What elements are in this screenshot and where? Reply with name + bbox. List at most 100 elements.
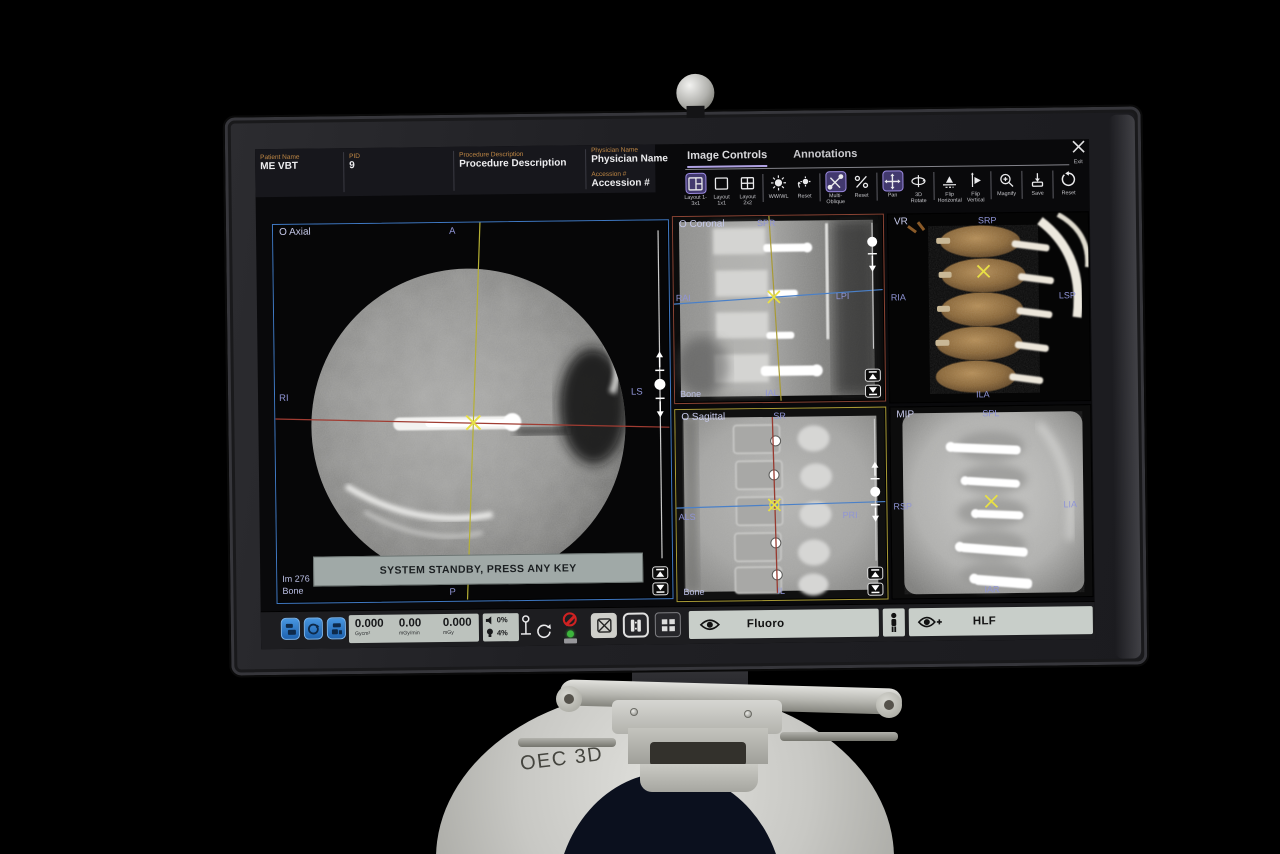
- sagittal-crosshair[interactable]: [675, 408, 886, 601]
- reset-button[interactable]: Reset: [1056, 168, 1080, 196]
- mip-orientation-top: SPL: [982, 408, 999, 418]
- pan-button[interactable]: Pan: [880, 170, 904, 198]
- magnify-icon: [996, 169, 1017, 190]
- quick-access-button-2[interactable]: [304, 617, 323, 639]
- collimator-leaf-button[interactable]: [623, 612, 649, 637]
- pan-icon: [882, 170, 903, 191]
- coronal-crosshair[interactable]: [673, 215, 884, 403]
- standby-banner: SYSTEM STANDBY, PRESS ANY KEY: [313, 553, 643, 587]
- vr-orientation-right: LSP: [1059, 290, 1076, 300]
- quick-access-button-1[interactable]: [281, 618, 300, 640]
- toolbar-separator: [933, 172, 934, 200]
- fluoro-mode-bar[interactable]: Fluoro: [689, 609, 879, 639]
- lamp-icon: [486, 628, 494, 637]
- mip-view-panel: MIP SPL RSP LIA IAR: [889, 404, 1093, 599]
- axial-page-up-button[interactable]: [652, 566, 668, 579]
- leaf-collimator-icon: [629, 618, 643, 632]
- vr-orientation-left: RIA: [891, 292, 906, 302]
- sagittal-page-up-button[interactable]: [867, 567, 883, 580]
- coronal-view-panel: O Coronal SPR RAI LPI IAL Bone: [672, 214, 886, 405]
- exit-button[interactable]: Exit: [1067, 139, 1089, 165]
- pid-label: PID: [349, 153, 360, 160]
- wwwl-reset-button[interactable]: Reset: [792, 171, 816, 199]
- axial-view-panel: O Axial A RI LS P Im 276 Bone SYSTEM STA…: [272, 219, 674, 604]
- xray-inhibit-indicator: [563, 612, 577, 626]
- mount-bar-cap-left: [556, 686, 582, 712]
- sagittal-orientation-left: ALS: [678, 512, 695, 522]
- person-icon: [889, 612, 899, 632]
- axial-crosshair[interactable]: [273, 220, 672, 602]
- patient-orientation-button[interactable]: [883, 608, 905, 636]
- axial-preset-label: Bone: [282, 586, 303, 596]
- save-button[interactable]: Save: [1025, 169, 1049, 197]
- procedure-value: Procedure Description: [459, 157, 566, 169]
- collimator-shutter-button[interactable]: [655, 612, 681, 637]
- pid-value: 9: [349, 160, 360, 171]
- monitor: Patient Name ME VBT PID 9 Procedure Desc…: [223, 104, 1150, 677]
- orbit-rotation-icon: [535, 623, 553, 641]
- coronal-orientation-left: RAI: [676, 293, 691, 303]
- coronal-view-title: O Coronal: [679, 219, 725, 231]
- field-divider: [343, 152, 344, 192]
- layout-1x1-button[interactable]: Layout 1x1: [709, 172, 733, 207]
- reset-icon: [1058, 168, 1079, 189]
- field-divider: [585, 149, 586, 189]
- tab-annotations[interactable]: Annotations: [793, 148, 857, 167]
- flip-horizontal-button[interactable]: Flip Horizontal: [937, 170, 961, 205]
- collimator-iris-button[interactable]: [591, 613, 617, 638]
- hlf-mode-bar[interactable]: HLF: [909, 606, 1093, 636]
- sagittal-orientation-top: SR: [773, 411, 786, 421]
- flip-horizontal-icon: [939, 170, 960, 191]
- iris-icon: [596, 618, 611, 633]
- flip-vertical-button[interactable]: Flip Vertical: [963, 169, 987, 204]
- coronal-orientation-bottom: IAL: [765, 388, 779, 398]
- wwwl-button[interactable]: WW/WL: [766, 172, 790, 200]
- toolbar-separator: [990, 171, 991, 199]
- sagittal-slice-slider[interactable]: [867, 416, 883, 564]
- axial-image-number: Im 276: [282, 574, 310, 584]
- magnify-button[interactable]: Magnify: [994, 169, 1018, 197]
- physician-value: Physician Name: [591, 153, 668, 165]
- mount-bracket-slot: [650, 742, 746, 766]
- oblique-reset-icon: [851, 171, 872, 192]
- toolbar-separator: [1021, 171, 1022, 199]
- bracket-screw: [630, 708, 638, 716]
- save-icon: [1027, 169, 1048, 190]
- mount-bracket-base: [640, 764, 758, 792]
- vr-target-marker[interactable]: [888, 212, 1091, 403]
- sagittal-page-down-button[interactable]: [867, 583, 883, 596]
- exit-label: Exit: [1067, 159, 1089, 165]
- sagittal-view-panel: O Sagittal SR ALS PRI IL Bone: [674, 407, 888, 603]
- light-brightness-indicator: 4%: [483, 626, 519, 639]
- rotate-3d-icon: [908, 170, 929, 191]
- dose-area-product: 0.000 Gycm²: [355, 618, 384, 637]
- ribbon-tabs: Image Controls Annotations: [687, 148, 857, 168]
- tab-image-controls[interactable]: Image Controls: [687, 149, 767, 168]
- field-divider: [453, 151, 454, 191]
- monitor-camera-mount: [687, 106, 705, 118]
- oblique-reset-button[interactable]: Reset: [849, 171, 873, 199]
- procedure-field: Procedure Description Procedure Descript…: [459, 150, 566, 169]
- patient-name-field: Patient Name ME VBT: [260, 154, 300, 172]
- coronal-page-up-button[interactable]: [865, 369, 881, 382]
- physician-field: Physician Name Physician Name: [591, 146, 668, 165]
- sagittal-orientation-bottom: IL: [777, 586, 785, 596]
- vr-orientation-top: SRP: [978, 215, 997, 225]
- coronal-page-down-button[interactable]: [865, 385, 881, 398]
- vr-orientation-bottom: ILA: [976, 389, 990, 399]
- multi-oblique-icon: [825, 171, 846, 192]
- rotate-3d-button[interactable]: 3D Rotate: [906, 170, 930, 205]
- no-entry-icon: [563, 612, 577, 626]
- axial-page-buttons: [652, 566, 668, 595]
- axial-page-down-button[interactable]: [652, 582, 668, 595]
- layout-2x2-button[interactable]: Layout 2x2: [735, 172, 759, 207]
- axial-orientation-bottom: P: [449, 587, 455, 598]
- layout-2x2-icon: [737, 172, 758, 193]
- multi-oblique-button[interactable]: Multi-Oblique: [823, 171, 847, 206]
- bezel-highlight: [1109, 114, 1142, 658]
- quick-access-button-3[interactable]: [327, 617, 346, 639]
- patient-info-bar: Patient Name ME VBT PID 9 Procedure Desc…: [255, 144, 656, 197]
- layout-1-3x1-button[interactable]: Layout 1-3x1: [683, 173, 707, 208]
- coronal-slice-slider[interactable]: [865, 220, 881, 352]
- mount-pin-left: [518, 738, 616, 747]
